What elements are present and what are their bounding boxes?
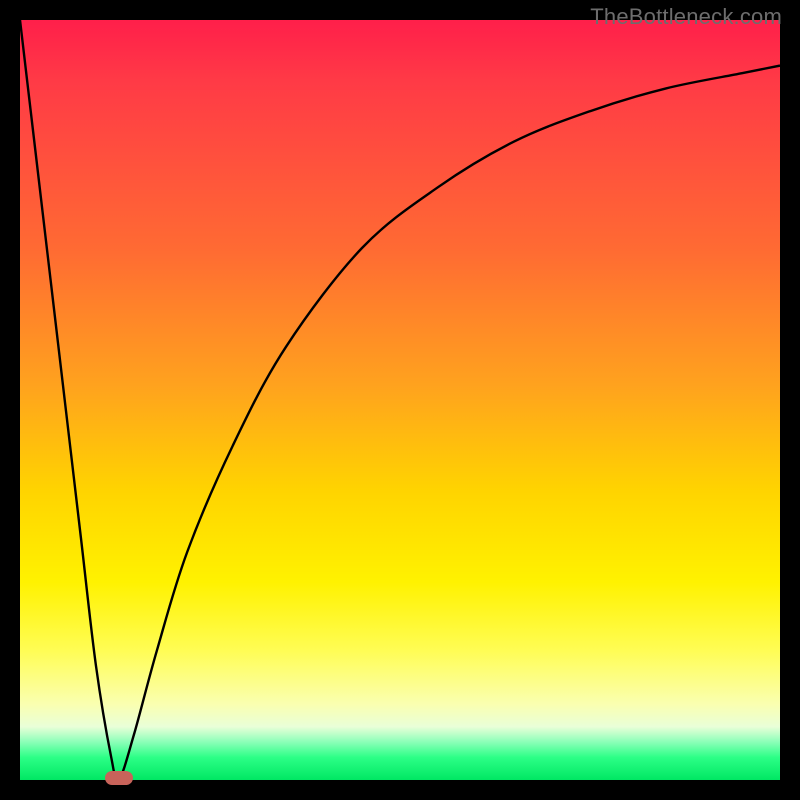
- plot-area: [20, 20, 780, 780]
- watermark-text: TheBottleneck.com: [590, 4, 782, 30]
- chart-frame: TheBottleneck.com: [0, 0, 800, 800]
- bottleneck-curve: [20, 20, 780, 780]
- minimum-marker: [105, 771, 133, 785]
